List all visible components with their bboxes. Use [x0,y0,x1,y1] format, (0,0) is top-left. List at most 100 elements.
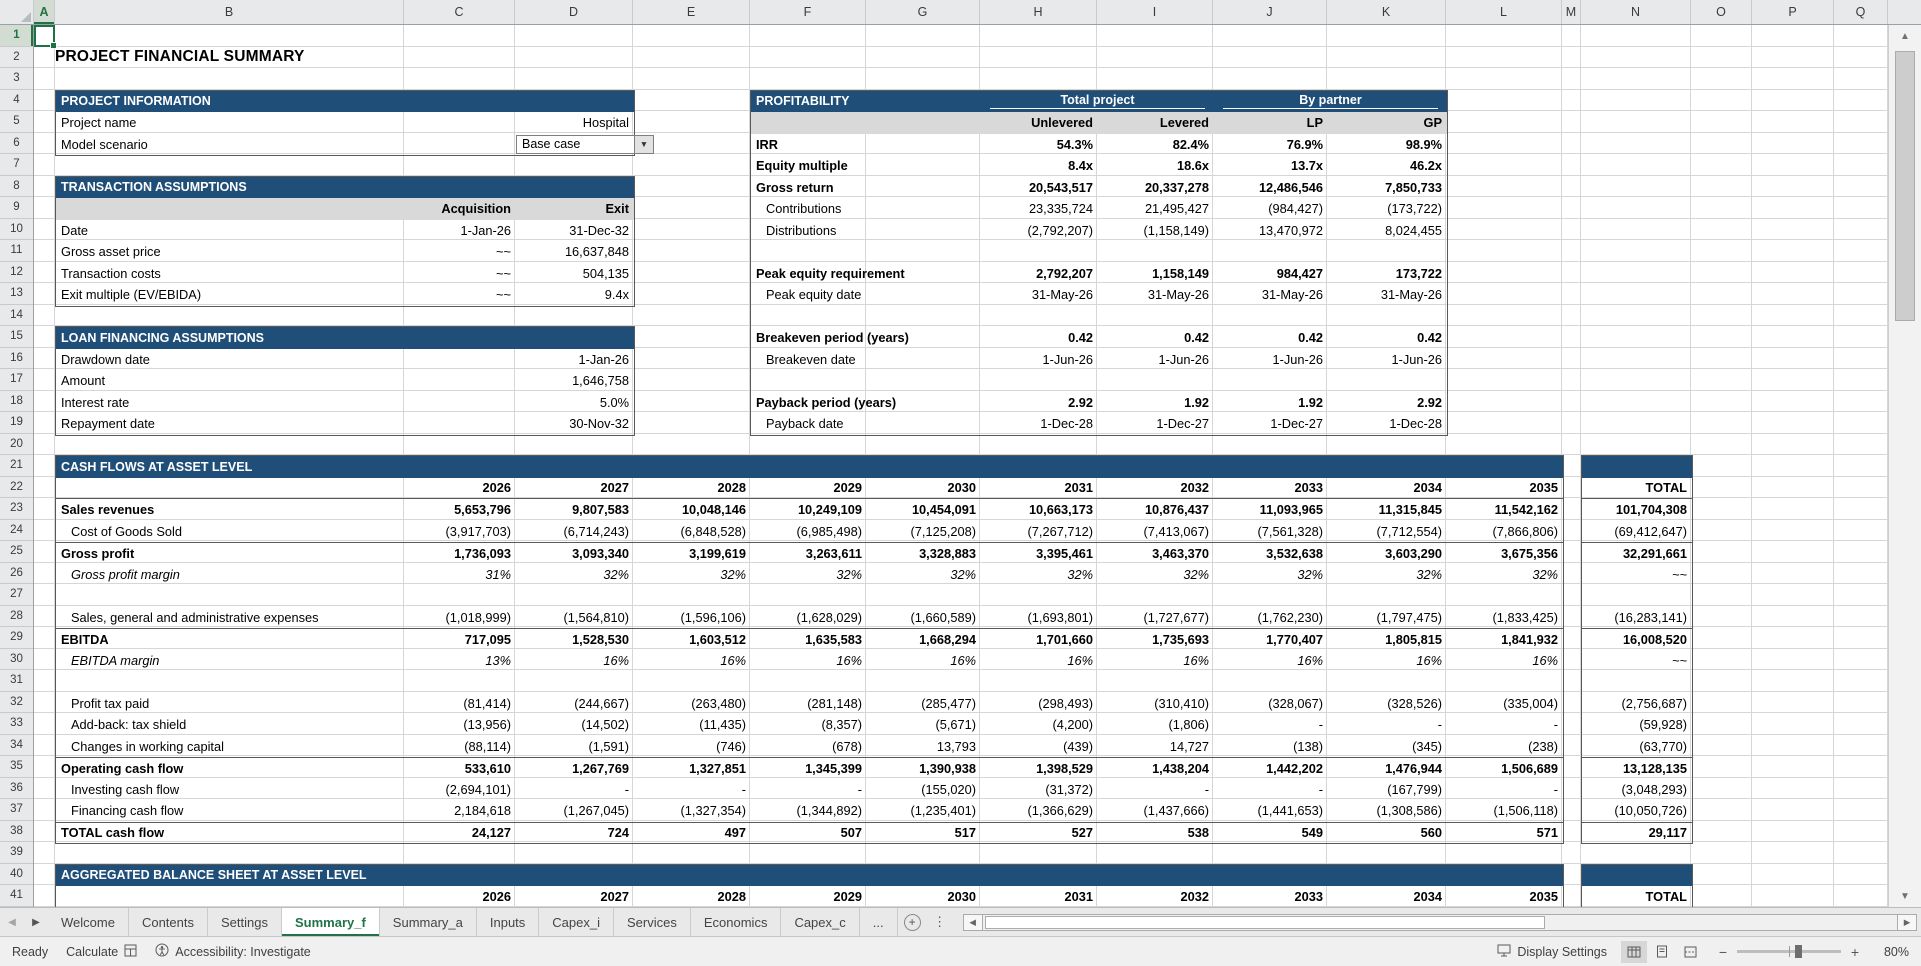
cell-value[interactable]: 1,841,932 [1447,628,1563,650]
cell-value[interactable]: 3,263,611 [751,542,867,564]
cell-value[interactable]: ~~ [405,284,516,306]
cell-value[interactable]: 13,793 [867,736,981,758]
cell-value[interactable] [1098,306,1214,328]
row-header-16[interactable]: 16 [0,348,33,370]
cell-value[interactable]: (7,413,067) [1098,521,1214,543]
column-header-D[interactable]: D [515,0,633,24]
cell-value[interactable]: ~~ [1582,650,1692,672]
row-header-30[interactable]: 30 [0,649,33,671]
cell-value[interactable]: 3,093,340 [516,542,634,564]
cell-value[interactable]: 0.42 [1328,327,1447,349]
tab-menu-icon[interactable]: ⋮ [927,908,953,936]
cell-value[interactable]: (6,985,498) [751,521,867,543]
cell-value[interactable]: ~~ [405,263,516,285]
row-header-24[interactable]: 24 [0,520,33,542]
row-header-25[interactable]: 25 [0,541,33,563]
cell-value[interactable] [1447,671,1563,693]
cell-value[interactable]: 1,668,294 [867,628,981,650]
cell-value[interactable]: (1,018,999) [405,607,516,629]
horizontal-scroll-track[interactable] [983,914,1897,931]
cell-value[interactable]: 1,646,758 [405,370,634,392]
cell-value[interactable]: (14,502) [516,714,634,736]
cell-value[interactable]: 1,398,529 [981,757,1098,779]
row-label[interactable]: Transaction costs [56,263,405,285]
cell-value[interactable]: (1,327,354) [634,800,751,822]
cell-value[interactable]: 1-Dec-27 [1214,413,1328,435]
cell-value[interactable]: 31% [405,564,516,586]
cell-value[interactable] [516,585,634,607]
cell-value[interactable]: 7,850,733 [1328,177,1447,199]
cell-value[interactable]: - [1447,779,1563,801]
row-header-28[interactable]: 28 [0,606,33,628]
cell-value[interactable]: (1,441,653) [1214,800,1328,822]
row-header-32[interactable]: 32 [0,692,33,714]
row-label[interactable]: Add-back: tax shield [56,714,405,736]
zoom-out-button[interactable]: − [1717,944,1729,960]
cell-value[interactable]: (984,427) [1214,198,1328,220]
cell-value[interactable]: 16% [1328,650,1447,672]
cell-value[interactable]: (88,114) [405,736,516,758]
row-label[interactable]: IRR [751,134,981,156]
cell-value[interactable]: (69,412,647) [1582,521,1692,543]
cell-value[interactable]: (263,480) [634,693,751,715]
selected-cell-a1[interactable] [34,25,55,47]
row-label[interactable]: Payback date [751,413,981,435]
cell-value[interactable]: 1,603,512 [634,628,751,650]
cell-value[interactable]: 54.3% [981,134,1098,156]
dropdown-arrow-icon[interactable]: ▼ [635,135,654,154]
row-header-11[interactable]: 11 [0,240,33,262]
cell-value[interactable]: 31-May-26 [981,284,1098,306]
cell-value[interactable]: 1,736,093 [405,542,516,564]
cell-value[interactable]: 32,291,661 [1582,542,1692,564]
cell-value[interactable] [981,671,1098,693]
cell-value[interactable]: (335,004) [1447,693,1563,715]
cell-value[interactable] [634,585,751,607]
row-header-13[interactable]: 13 [0,283,33,305]
cell-value[interactable] [1098,370,1214,392]
cell-value[interactable]: 76.9% [1214,134,1328,156]
row-label[interactable]: Breakeven date [751,349,981,371]
cell-value[interactable]: 1-Jun-26 [1098,349,1214,371]
horizontal-scroll-thumb[interactable] [985,916,1545,929]
cell-value[interactable]: 3,532,638 [1214,542,1328,564]
cell-value[interactable]: 14,727 [1098,736,1214,758]
zoom-percentage[interactable]: 80% [1875,945,1909,959]
cell-value[interactable]: (11,435) [634,714,751,736]
cell-value[interactable]: 32% [634,564,751,586]
cell-value[interactable]: Hospital [405,112,634,134]
cell-value[interactable]: (63,770) [1582,736,1692,758]
cell-value[interactable]: 11,315,845 [1328,499,1447,521]
cell-value[interactable]: 8,024,455 [1328,220,1447,242]
cell-value[interactable]: (1,308,586) [1328,800,1447,822]
cell-value[interactable]: 1-Dec-28 [1328,413,1447,435]
row-label[interactable]: Date [56,220,405,242]
scenario-dropdown[interactable]: Base case▼ [516,135,654,154]
select-all-corner[interactable] [0,0,34,24]
cell-value[interactable]: 507 [751,822,867,844]
column-header-E[interactable]: E [633,0,750,24]
cell-value[interactable]: 571 [1447,822,1563,844]
cell-value[interactable]: 32% [1214,564,1328,586]
cell-value[interactable]: 8.4x [981,155,1098,177]
cell-value[interactable] [981,585,1098,607]
row-label[interactable]: TOTAL cash flow [56,822,405,844]
cell-value[interactable]: 517 [867,822,981,844]
row-header-23[interactable]: 23 [0,498,33,520]
cell-value[interactable]: 5,653,796 [405,499,516,521]
row-header-7[interactable]: 7 [0,154,33,176]
cell-value[interactable]: 1,635,583 [751,628,867,650]
cell-value[interactable]: (285,477) [867,693,981,715]
cell-value[interactable]: - [1098,779,1214,801]
cell-value[interactable]: (328,526) [1328,693,1447,715]
row-header-22[interactable]: 22 [0,477,33,499]
cell-value[interactable]: (13,956) [405,714,516,736]
row-header-33[interactable]: 33 [0,713,33,735]
sheet-tab-capex-i[interactable]: Capex_i [539,908,614,936]
cell-value[interactable]: (1,727,677) [1098,607,1214,629]
column-header-N[interactable]: N [1581,0,1691,24]
cell-value[interactable]: 533,610 [405,757,516,779]
row-header-8[interactable]: 8 [0,176,33,198]
status-calculate-button[interactable]: Calculate [66,944,137,960]
cell-value[interactable]: (1,344,892) [751,800,867,822]
cell-value[interactable] [1328,370,1447,392]
